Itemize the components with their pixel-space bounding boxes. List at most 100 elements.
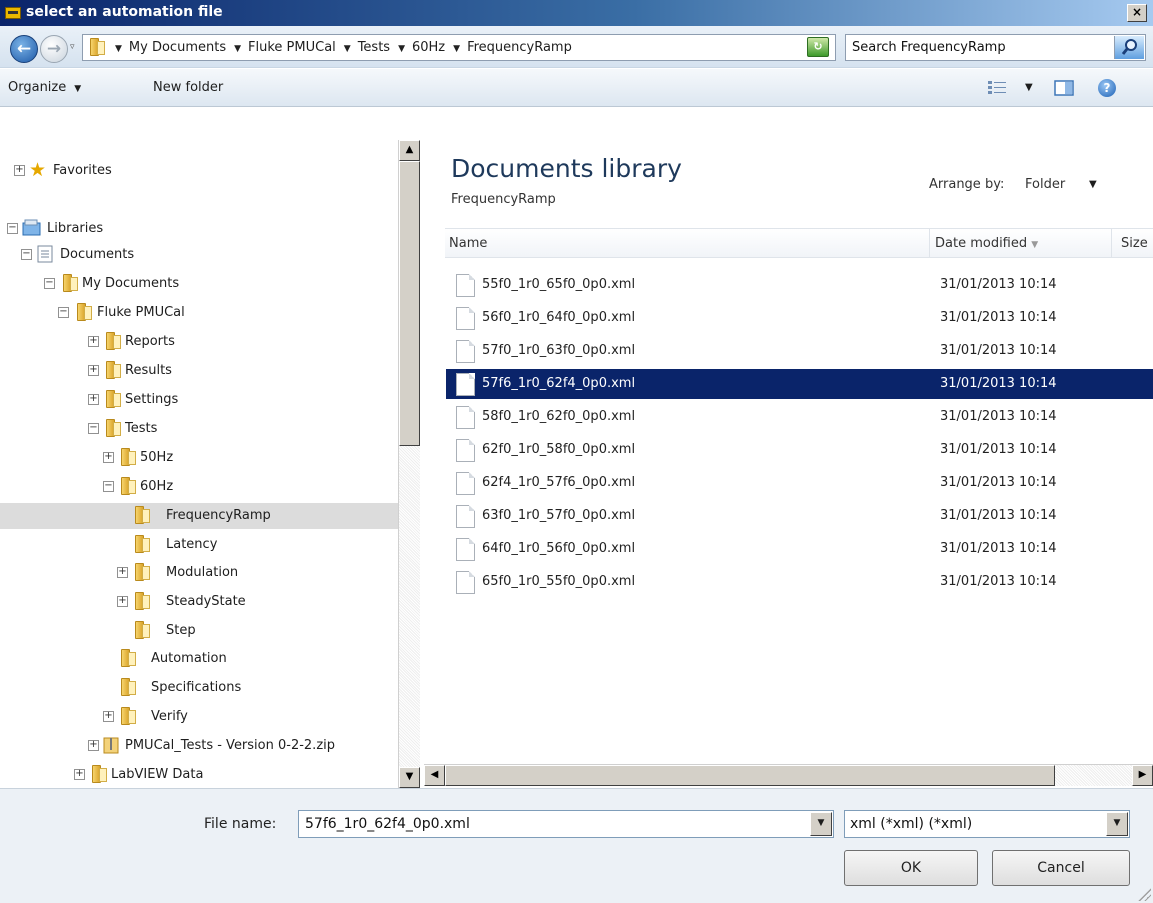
column-size[interactable]: Size — [1121, 236, 1148, 251]
file-name-input[interactable] — [299, 811, 804, 837]
chevron-right-icon[interactable]: ▼ — [344, 44, 351, 54]
column-date-modified[interactable]: Date modified ▼ — [935, 236, 1038, 251]
recent-locations-icon[interactable]: ▿ — [70, 42, 75, 52]
zip-folder-icon — [103, 736, 119, 758]
new-folder-button[interactable]: New folder — [153, 80, 223, 95]
scrollbar-thumb[interactable] — [445, 765, 1055, 786]
organize-menu-button[interactable]: Organize ▼ — [8, 80, 81, 95]
expand-icon[interactable]: + — [103, 452, 114, 463]
navigation-scrollbar[interactable]: ▲ ▼ — [398, 140, 420, 788]
column-name[interactable]: Name — [449, 236, 487, 251]
collapse-icon[interactable]: − — [88, 423, 99, 434]
scroll-down-arrow-icon[interactable]: ▼ — [399, 767, 420, 788]
collapse-icon[interactable]: − — [58, 307, 69, 318]
tree-item-zip[interactable]: + PMUCal_Tests - Version 0-2-2.zip — [0, 733, 398, 759]
expand-icon[interactable]: + — [88, 740, 99, 751]
tree-item-modulation[interactable]: + Modulation — [0, 560, 398, 586]
search-box[interactable] — [845, 34, 1146, 61]
file-row[interactable]: 57f6_1r0_62f4_0p0.xml 31/01/2013 10:14 — [446, 369, 1153, 399]
back-button[interactable]: ← — [10, 35, 38, 63]
cancel-button[interactable]: Cancel — [992, 850, 1130, 886]
scroll-left-arrow-icon[interactable]: ◀ — [424, 765, 445, 786]
collapse-icon[interactable]: − — [103, 481, 114, 492]
tree-item-documents[interactable]: − Documents — [0, 242, 398, 268]
file-row[interactable]: 56f0_1r0_64f0_0p0.xml 31/01/2013 10:14 — [446, 303, 1153, 333]
tree-item-latency[interactable]: Latency — [0, 532, 398, 558]
refresh-button[interactable]: ↻ — [807, 37, 829, 57]
expand-icon[interactable]: + — [88, 394, 99, 405]
tree-item-step[interactable]: Step — [0, 618, 398, 644]
tree-item-specifications[interactable]: Specifications — [0, 675, 398, 701]
help-icon[interactable]: ? — [1098, 79, 1116, 97]
tree-item-fluke-pmucal[interactable]: − Fluke PMUCal — [0, 300, 398, 326]
expand-icon[interactable]: + — [117, 567, 128, 578]
view-options-icon[interactable] — [987, 80, 1009, 100]
chevron-right-icon[interactable]: ▼ — [115, 44, 122, 54]
file-row[interactable]: 63f0_1r0_57f0_0p0.xml 31/01/2013 10:14 — [446, 501, 1153, 531]
file-row[interactable]: 64f0_1r0_56f0_0p0.xml 31/01/2013 10:14 — [446, 534, 1153, 564]
collapse-icon[interactable]: − — [44, 278, 55, 289]
expand-icon[interactable]: + — [117, 596, 128, 607]
expand-icon[interactable]: + — [14, 165, 25, 176]
chevron-right-icon[interactable]: ▼ — [234, 44, 241, 54]
tree-item-my-documents[interactable]: − My Documents — [0, 271, 398, 297]
expand-icon[interactable]: + — [88, 365, 99, 376]
chevron-down-icon: ▼ — [74, 84, 82, 94]
chevron-down-icon[interactable]: ▼ — [1025, 82, 1033, 93]
expand-icon[interactable]: + — [88, 336, 99, 347]
breadcrumb-fluke-pmucal[interactable]: Fluke PMUCal — [248, 40, 336, 55]
collapse-icon[interactable]: − — [7, 223, 18, 234]
arrange-by-dropdown[interactable]: Folder — [1025, 177, 1065, 192]
resize-grip-icon[interactable] — [1137, 887, 1151, 901]
scroll-right-arrow-icon[interactable]: ▶ — [1132, 765, 1153, 786]
tree-item-automation[interactable]: Automation — [0, 646, 398, 672]
breadcrumb-tests[interactable]: Tests — [358, 40, 390, 55]
tree-item-favorites[interactable]: + ★ Favorites — [0, 158, 398, 184]
tree-item-50hz[interactable]: + 50Hz — [0, 445, 398, 471]
folder-icon — [118, 678, 136, 696]
tree-item-verify[interactable]: + Verify — [0, 704, 398, 730]
horizontal-scrollbar[interactable]: ◀ ▶ — [424, 764, 1153, 786]
app-icon — [5, 7, 21, 19]
tree-item-60hz[interactable]: − 60Hz — [0, 474, 398, 500]
tree-item-steadystate[interactable]: + SteadyState — [0, 589, 398, 615]
tree-item-settings[interactable]: + Settings — [0, 387, 398, 413]
ok-button[interactable]: OK — [844, 850, 978, 886]
dialog-footer: File name: ▼ xml (*xml) (*xml) ▼ OK Canc… — [0, 788, 1153, 903]
scrollbar-thumb[interactable] — [399, 161, 420, 446]
breadcrumb-my-documents[interactable]: My Documents — [129, 40, 226, 55]
file-type-select[interactable]: xml (*xml) (*xml) ▼ — [844, 810, 1130, 838]
tree-item-tests[interactable]: − Tests — [0, 416, 398, 442]
xml-file-icon — [456, 307, 475, 330]
file-row[interactable]: 58f0_1r0_62f0_0p0.xml 31/01/2013 10:14 — [446, 402, 1153, 432]
file-row[interactable]: 57f0_1r0_63f0_0p0.xml 31/01/2013 10:14 — [446, 336, 1153, 366]
expand-icon[interactable]: + — [74, 769, 85, 780]
chevron-down-icon[interactable]: ▼ — [810, 812, 832, 836]
file-row[interactable]: 65f0_1r0_55f0_0p0.xml 31/01/2013 10:14 — [446, 567, 1153, 597]
forward-button[interactable]: → — [40, 35, 68, 63]
scroll-up-arrow-icon[interactable]: ▲ — [399, 140, 420, 161]
expand-icon[interactable]: + — [103, 711, 114, 722]
file-row[interactable]: 62f4_1r0_57f6_0p0.xml 31/01/2013 10:14 — [446, 468, 1153, 498]
close-button[interactable]: × — [1127, 4, 1147, 22]
tree-item-libraries[interactable]: − Libraries — [0, 216, 398, 242]
file-name-combo[interactable]: ▼ — [298, 810, 834, 838]
chevron-right-icon[interactable]: ▼ — [398, 44, 405, 54]
tree-item-reports[interactable]: + Reports — [0, 329, 398, 355]
tree-item-frequencyramp[interactable]: FrequencyRamp — [0, 503, 398, 529]
tree-item-results[interactable]: + Results — [0, 358, 398, 384]
search-icon[interactable] — [1114, 36, 1144, 59]
tree-item-labview-data[interactable]: + LabVIEW Data — [0, 762, 398, 788]
tree-item-label: 50Hz — [140, 450, 174, 465]
search-input[interactable] — [846, 35, 1111, 60]
breadcrumb[interactable]: ▼ My Documents ▼ Fluke PMUCal ▼ Tests ▼ 60Hz ▼ Fr… — [82, 34, 836, 61]
breadcrumb-60hz[interactable]: 60Hz — [412, 40, 445, 55]
file-row[interactable]: 62f0_1r0_58f0_0p0.xml 31/01/2013 10:14 — [446, 435, 1153, 465]
collapse-icon[interactable]: − — [21, 249, 32, 260]
breadcrumb-frequencyramp[interactable]: FrequencyRamp — [467, 40, 572, 55]
file-row[interactable]: 55f0_1r0_65f0_0p0.xml 31/01/2013 10:14 — [446, 270, 1153, 300]
chevron-right-icon[interactable]: ▼ — [453, 44, 460, 54]
chevron-down-icon[interactable]: ▼ — [1106, 812, 1128, 836]
preview-pane-icon[interactable] — [1054, 80, 1074, 100]
chevron-down-icon[interactable]: ▼ — [1089, 179, 1097, 190]
